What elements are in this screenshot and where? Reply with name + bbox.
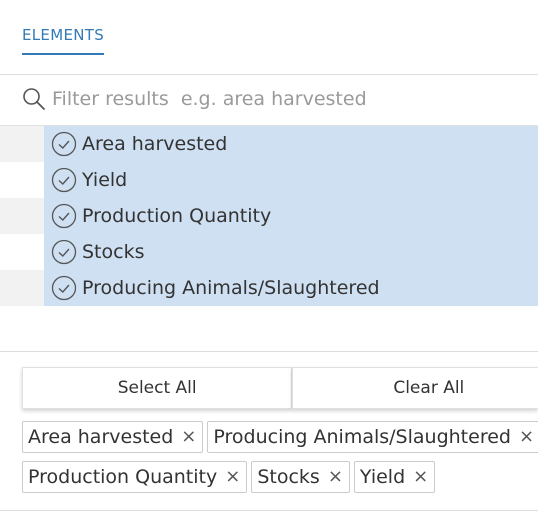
check-circle-icon <box>51 131 77 157</box>
row-gutter <box>0 198 44 234</box>
row-gutter <box>0 126 44 162</box>
search-bar <box>0 75 538 126</box>
list-row: Area harvested <box>0 126 538 162</box>
check-circle-icon <box>51 203 77 229</box>
list-item-stocks[interactable]: Stocks <box>44 234 538 270</box>
list-item-label: Stocks <box>82 241 145 263</box>
row-gutter <box>0 270 44 306</box>
chip-label: Area harvested <box>28 426 174 448</box>
list-item-production-quantity[interactable]: Production Quantity <box>44 198 538 234</box>
list-item-label: Yield <box>82 169 128 191</box>
chip-yield: Yield × <box>353 461 436 493</box>
chip-label: Yield <box>359 466 406 488</box>
close-icon[interactable]: × <box>519 428 534 446</box>
close-icon[interactable]: × <box>328 468 343 486</box>
action-buttons: Select All Clear All <box>22 367 538 409</box>
list-row: Stocks <box>0 234 538 270</box>
chip-production-quantity: Production Quantity × <box>22 461 248 493</box>
list-item-label: Production Quantity <box>82 205 272 227</box>
list-item-area-harvested[interactable]: Area harvested <box>44 126 538 162</box>
tab-elements[interactable]: ELEMENTS <box>22 26 105 55</box>
chip-stocks: Stocks × <box>251 461 350 493</box>
check-circle-icon <box>51 275 77 301</box>
search-input[interactable] <box>52 83 522 115</box>
chip-line: Area harvested × Producing Animals/Slaug… <box>22 421 538 453</box>
chip-label: Production Quantity <box>28 466 218 488</box>
chip-producing-animals: Producing Animals/Slaughtered × <box>207 421 538 453</box>
chip-label: Stocks <box>257 466 320 488</box>
divider <box>0 351 538 352</box>
selected-chips: Area harvested × Producing Animals/Slaug… <box>22 421 538 501</box>
clear-all-button[interactable]: Clear All <box>292 367 538 409</box>
check-circle-icon <box>51 239 77 265</box>
close-icon[interactable]: × <box>413 468 428 486</box>
divider <box>0 510 538 511</box>
chip-label: Producing Animals/Slaughtered <box>213 426 511 448</box>
search-icon <box>23 88 45 110</box>
row-gutter <box>0 234 44 270</box>
list-item-yield[interactable]: Yield <box>44 162 538 198</box>
list-row: Production Quantity <box>0 198 538 234</box>
list-row: Producing Animals/Slaughtered <box>0 270 538 306</box>
list-item-producing-animals[interactable]: Producing Animals/Slaughtered <box>44 270 538 306</box>
row-gutter <box>0 162 44 198</box>
tab-bar: ELEMENTS <box>0 0 538 75</box>
list-row: Yield <box>0 162 538 198</box>
select-all-button[interactable]: Select All <box>22 367 293 409</box>
close-icon[interactable]: × <box>181 428 196 446</box>
check-circle-icon <box>51 167 77 193</box>
chip-line: Production Quantity × Stocks × Yield × <box>22 461 538 493</box>
chip-area-harvested: Area harvested × <box>22 421 204 453</box>
element-list: Area harvested Yield Production Quantity… <box>0 126 538 306</box>
close-icon[interactable]: × <box>225 468 240 486</box>
list-item-label: Area harvested <box>82 133 228 155</box>
list-item-label: Producing Animals/Slaughtered <box>82 277 380 299</box>
